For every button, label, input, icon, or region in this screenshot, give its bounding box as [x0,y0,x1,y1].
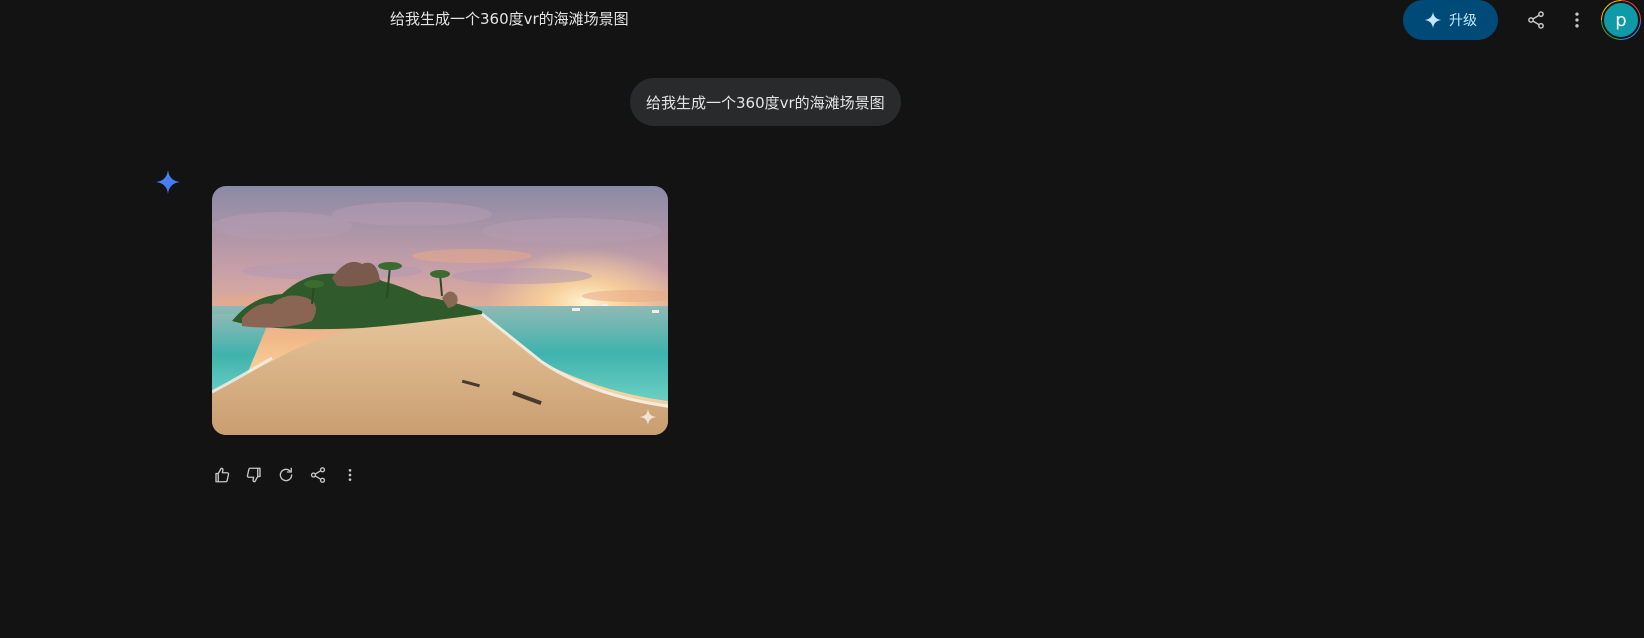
ai-watermark-icon [639,408,657,426]
gemini-sparkle-icon [156,170,180,194]
user-prompt-bubble: 给我生成一个360度vr的海滩场景图 [630,78,901,126]
avatar: p [1602,1,1640,39]
bad-response-button[interactable] [242,463,266,487]
sparkle-icon [1424,11,1442,29]
thumb-down-icon [246,467,261,483]
share-response-button[interactable] [306,463,330,487]
share-button[interactable] [1522,6,1550,34]
response-actions [210,463,362,487]
chat-title: 给我生成一个360度vr的海滩场景图 [390,10,629,28]
response-more-button[interactable] [338,463,362,487]
more-options-button[interactable] [1563,6,1591,34]
more-vert-icon [348,469,352,481]
upgrade-label: 升级 [1449,13,1477,29]
good-response-button[interactable] [210,463,234,487]
account-avatar-button[interactable]: p [1601,0,1641,40]
upgrade-button[interactable]: 升级 [1403,0,1498,40]
beach-panorama-image [212,186,668,435]
share-icon [310,467,326,483]
generated-beach-image[interactable] [212,186,668,435]
share-icon [1528,11,1544,29]
regenerate-button[interactable] [274,463,298,487]
regenerate-icon [279,467,293,482]
gemini-chat-page: 给我生成一个360度vr的海滩场景图 升级 p 给我生成一个360度vr的海滩场… [0,0,1644,638]
thumb-up-icon [215,467,230,483]
more-vert-icon [1575,12,1579,28]
